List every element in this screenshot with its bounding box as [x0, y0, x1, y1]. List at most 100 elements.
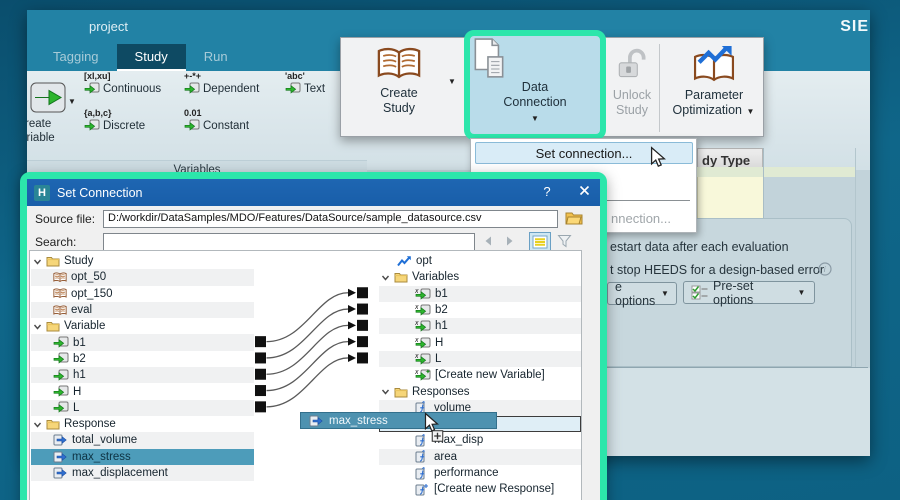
folder-icon [46, 418, 60, 430]
tab-run[interactable]: Run [186, 44, 246, 71]
tab-tagging[interactable]: Tagging [35, 44, 117, 71]
parameter-optimization-button[interactable]: Parameter Optimization [669, 46, 759, 118]
chevron-expander-icon[interactable] [381, 273, 390, 282]
stop-heeds-text: t stop HEEDS for a design-based error [610, 263, 824, 277]
highlight-all-button[interactable] [529, 232, 551, 252]
green-strip [697, 167, 855, 177]
tree-item-label: performance [434, 467, 499, 479]
tree-item-label: max_displacement [72, 467, 168, 479]
tab-study[interactable]: Study [116, 44, 186, 71]
discrete-label: Discrete [103, 119, 146, 132]
tree-item-label: max_stress [72, 450, 131, 463]
highlight-list-icon [532, 235, 548, 249]
response-icon [53, 467, 68, 479]
tree-row-max_stress[interactable]: max_stress [31, 448, 254, 465]
chevron-expander-icon[interactable] [33, 257, 42, 266]
continuous-label: Continuous [103, 82, 162, 95]
set-connection-menu-item[interactable]: Set connection... [475, 142, 693, 164]
dependent-variable-button[interactable]: +-*+ Dependent [184, 71, 259, 95]
folder-icon [394, 386, 408, 398]
response-icon [309, 415, 324, 427]
data-connection-button[interactable]: Data Connection [471, 38, 599, 134]
dialog-help-button[interactable]: ? [538, 184, 556, 199]
tree-item-label: area [434, 450, 458, 463]
tree-row-area[interactable]: area [379, 448, 581, 465]
tree-row-h1[interactable]: x h1 [379, 318, 581, 335]
variable-arrow-icon [184, 82, 200, 95]
remove-connection-menu-item[interactable]: nnection... [611, 211, 671, 226]
opt-icon [397, 255, 412, 267]
chevron-expander-icon[interactable] [381, 387, 390, 396]
continuous-prefix: [xl,xu] [84, 71, 111, 81]
create-variable-icon[interactable] [30, 82, 66, 113]
constant-variable-button[interactable]: 0.01 Constant [184, 108, 249, 132]
source-file-label: Source file: [35, 212, 96, 226]
tree-row-variables[interactable]: Variables [379, 269, 581, 285]
tree-row-max_disp[interactable]: max_disp [379, 432, 581, 448]
tree-row-h[interactable]: H [31, 383, 254, 399]
response-icon [53, 451, 68, 463]
dependent-label: Dependent [203, 82, 260, 95]
preset-options-button[interactable]: Pre-set options [683, 279, 815, 307]
search-prev-icon[interactable] [483, 235, 494, 247]
toolbar-separator [659, 44, 660, 132]
chevron-expander-icon[interactable] [33, 322, 42, 331]
source-file-field[interactable]: D:/workdir/DataSamples/MDO/Features/Data… [103, 210, 558, 228]
heeds-logo-icon: H [34, 184, 50, 201]
yellow-panel [697, 177, 763, 222]
chevron-expander-icon[interactable] [33, 420, 42, 429]
tree-row-study[interactable]: Study [31, 253, 254, 269]
unlock-study-button[interactable]: Unlock Study [607, 48, 657, 118]
tree-row-opt_50[interactable]: opt_50 [31, 269, 254, 286]
drag-ghost-max-stress[interactable]: max_stress [300, 412, 497, 429]
text-label: Text [304, 82, 326, 95]
tree-row-l[interactable]: L [31, 399, 254, 416]
screenshot-stage: project SIE Tagging Study Run Create Var… [0, 0, 900, 500]
tree-row-createnewresponse[interactable]: [Create new Response] [379, 481, 581, 497]
tree-row-max_displacement[interactable]: max_displacement [31, 464, 254, 482]
create-study-label: Create Study [380, 86, 418, 115]
tree-row-variable[interactable]: Variable [31, 318, 254, 334]
book-icon [53, 272, 67, 283]
create-study-dropdown-icon[interactable] [448, 78, 458, 86]
info-icon[interactable]: i [818, 262, 832, 276]
variable-icon [53, 336, 69, 349]
tree-row-b2[interactable]: b2 [31, 351, 254, 367]
svg-text:i: i [824, 265, 826, 274]
tree-item-label: Response [64, 418, 116, 431]
tree-row-createnewvariable[interactable]: x ✦ [Create new Variable] [379, 367, 581, 383]
create-variable-dropdown-icon[interactable] [68, 98, 78, 106]
search-input[interactable] [103, 233, 475, 251]
tree-row-l[interactable]: xL [379, 350, 581, 368]
tree-row-performance[interactable]: performance [379, 465, 581, 481]
tree-row-opt_150[interactable]: opt_150 [31, 286, 254, 302]
tree-row-h1[interactable]: h1 [31, 367, 254, 384]
more-options-button[interactable]: e options [607, 280, 677, 308]
variable-arrow-icon [84, 119, 100, 132]
discrete-variable-button[interactable]: {a,b,c} Discrete [84, 108, 145, 132]
tree-row-eval[interactable]: eval [31, 301, 254, 319]
close-icon[interactable] [579, 185, 590, 196]
tree-item-label: total_volume [72, 434, 138, 447]
tree-row-b1[interactable]: x b1 [379, 285, 581, 302]
create-study-button[interactable]: Create Study [349, 46, 449, 116]
tree-row-response[interactable]: Response [31, 416, 254, 432]
filter-icon[interactable] [557, 234, 572, 248]
text-variable-button[interactable]: 'abc' Text [285, 71, 325, 95]
create-variable-button[interactable]: Create Variable [27, 117, 60, 145]
tree-row-h[interactable]: xH [379, 334, 581, 350]
tree-row-b2[interactable]: x b2 [379, 302, 581, 318]
tree-row-responses[interactable]: Responses [379, 383, 581, 399]
tree-item-label: opt_50 [71, 271, 107, 284]
data-connection-label: Data Connection [503, 80, 567, 109]
response-f-icon [415, 466, 430, 480]
continuous-variable-button[interactable]: [xl,xu] Continuous [84, 71, 161, 95]
browse-folder-icon[interactable] [565, 210, 583, 225]
tree-row-b1[interactable]: b1 [31, 334, 254, 351]
create-study-book-icon [349, 46, 449, 82]
drag-ghost-label: max_stress [329, 414, 388, 427]
tree-row-total_volume[interactable]: total_volume [31, 432, 254, 449]
tree-row-opt[interactable]: opt [379, 253, 581, 269]
variable-icon [53, 352, 69, 365]
search-next-icon[interactable] [504, 235, 515, 247]
